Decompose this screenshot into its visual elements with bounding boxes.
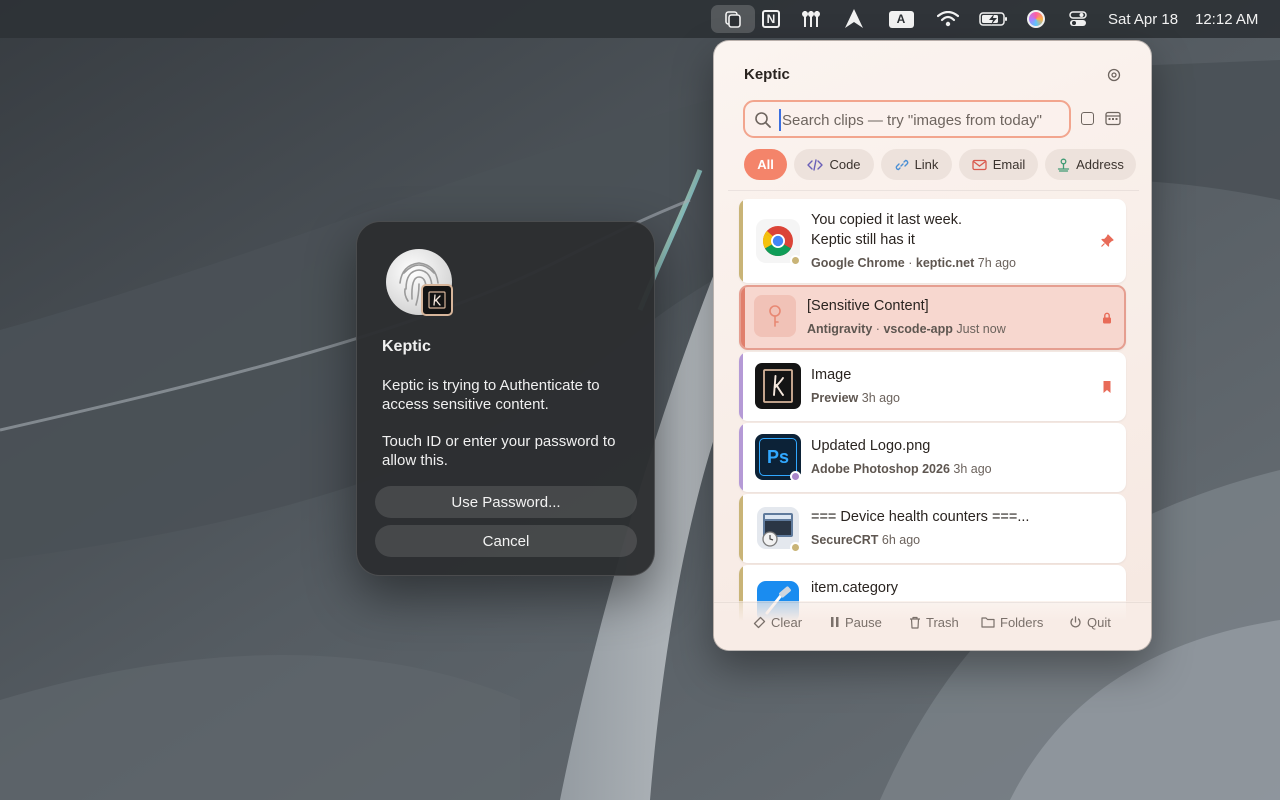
arrow-icon — [845, 9, 863, 28]
clip-title: [Sensitive Content] — [807, 298, 929, 314]
clip-meta: Google Chrome · keptic.net 7h ago — [811, 256, 1016, 270]
battery-menubar-icon[interactable] — [978, 0, 1010, 38]
control-center-icon — [1069, 11, 1087, 26]
search-icon — [755, 112, 771, 128]
clip-accent-bar — [739, 199, 743, 283]
auth-message: Keptic is trying to Authenticate to acce… — [382, 377, 600, 413]
search-box[interactable] — [743, 100, 1071, 138]
keptic-app-badge — [421, 284, 453, 316]
clip-title: Updated Logo.png — [811, 438, 931, 454]
clip-item[interactable]: Ps Updated Logo.png Adobe Photoshop 2026… — [739, 423, 1126, 492]
notion-menubar-icon[interactable]: N — [760, 0, 782, 38]
filter-chip-label: Code — [829, 157, 861, 172]
filter-chip-label: All — [757, 157, 774, 172]
power-icon — [1070, 615, 1081, 627]
notion-icon: N — [762, 10, 780, 28]
settings-icon[interactable] — [1106, 67, 1122, 83]
filter-chip-all[interactable]: All — [744, 149, 787, 180]
link-icon — [895, 159, 908, 170]
clip-title: Image — [811, 367, 852, 383]
clip-accent-bar — [739, 494, 743, 563]
filter-chip-address[interactable]: Address — [1045, 149, 1136, 180]
tool-icon — [802, 11, 820, 27]
trash-icon — [910, 616, 920, 629]
clip-title: Keptic still has it — [811, 232, 915, 248]
bookmark-icon[interactable] — [1100, 380, 1114, 394]
siri-icon — [1027, 10, 1045, 28]
clipboard-icon — [725, 11, 741, 28]
folders-button[interactable]: Folders — [981, 612, 1043, 632]
filter-chip-label: Address — [1076, 157, 1124, 172]
keptic-logo-icon — [428, 291, 446, 309]
status-dot — [790, 542, 801, 553]
pause-icon — [831, 617, 839, 627]
search-input[interactable] — [779, 109, 1067, 131]
clip-accent-bar — [739, 423, 743, 492]
clear-button[interactable]: Clear — [753, 612, 802, 632]
quit-button[interactable]: Quit — [1069, 612, 1111, 632]
auth-title: Keptic — [382, 338, 431, 355]
key-icon — [754, 295, 796, 337]
use-password-button[interactable]: Use Password... — [375, 486, 637, 518]
clip-item[interactable]: Image Preview 3h ago — [739, 352, 1126, 421]
trash-button[interactable]: Trash — [909, 612, 959, 632]
location-pin-icon — [1057, 158, 1070, 172]
filter-chip-label: Email — [992, 157, 1026, 172]
lock-icon[interactable] — [1100, 311, 1114, 325]
filter-chip-code[interactable]: Code — [794, 149, 874, 180]
clip-title: item.category — [811, 580, 899, 596]
wifi-icon — [937, 11, 959, 27]
clipboard-menubar-icon[interactable] — [711, 5, 755, 33]
filter-chip-email[interactable]: Email — [959, 149, 1038, 180]
auth-dialog: Keptic Keptic is trying to Authenticate … — [356, 221, 655, 576]
arrow-menubar-icon[interactable] — [842, 0, 866, 38]
clip-meta: Preview 3h ago — [811, 391, 900, 405]
status-dot — [790, 255, 801, 266]
clip-accent-bar — [739, 352, 743, 421]
cancel-button[interactable]: Cancel — [375, 525, 637, 557]
siri-menubar-icon[interactable] — [1025, 0, 1047, 38]
clip-title: === Device health counters ===... — [811, 509, 1030, 525]
calendar-icon[interactable] — [1105, 111, 1121, 126]
email-icon — [972, 159, 987, 170]
pin-icon[interactable] — [1100, 234, 1114, 248]
control-center-menubar-icon[interactable] — [1066, 0, 1090, 38]
panel-title: Keptic — [744, 66, 790, 83]
clip-title: You copied it last week. — [811, 212, 963, 228]
divider — [714, 602, 1151, 603]
folder-icon — [981, 617, 995, 628]
menubar-time[interactable]: 12:12 AM — [1195, 0, 1265, 38]
input-source-icon: A — [888, 10, 914, 28]
clip-meta: SecureCRT 6h ago — [811, 533, 921, 547]
auth-instruction: Touch ID or enter your password to allow… — [382, 433, 616, 469]
clip-meta: Antigravity · vscode-app Just now — [807, 322, 1006, 336]
eraser-icon — [753, 616, 766, 628]
clip-accent-bar — [741, 287, 745, 348]
input-source-menubar-icon[interactable]: A — [888, 0, 914, 38]
image-thumbnail — [755, 363, 801, 409]
divider — [728, 190, 1139, 191]
battery-icon — [979, 12, 1007, 26]
clip-item[interactable]: === Device health counters ===... Secure… — [739, 494, 1126, 563]
filter-chip-label: Link — [914, 157, 939, 172]
clip-meta: Adobe Photoshop 2026 3h ago — [811, 462, 992, 476]
clip-item[interactable]: You copied it last week. Keptic still ha… — [739, 199, 1126, 283]
wifi-menubar-icon[interactable] — [935, 0, 961, 38]
clip-item-sensitive[interactable]: [Sensitive Content] Antigravity · vscode… — [739, 285, 1126, 350]
code-icon — [807, 158, 824, 171]
filter-chip-link[interactable]: Link — [881, 149, 952, 180]
select-mode-checkbox[interactable] — [1081, 112, 1094, 125]
menubar-date[interactable]: Sat Apr 18 — [1108, 0, 1188, 38]
menu-bar: N A Sat Apr 18 12:12 AM — [0, 0, 1280, 38]
keptic-panel: Keptic All Code Link Emai — [713, 40, 1152, 651]
tool-menubar-icon[interactable] — [798, 0, 824, 38]
pause-button[interactable]: Pause — [830, 612, 882, 632]
status-dot — [790, 471, 801, 482]
